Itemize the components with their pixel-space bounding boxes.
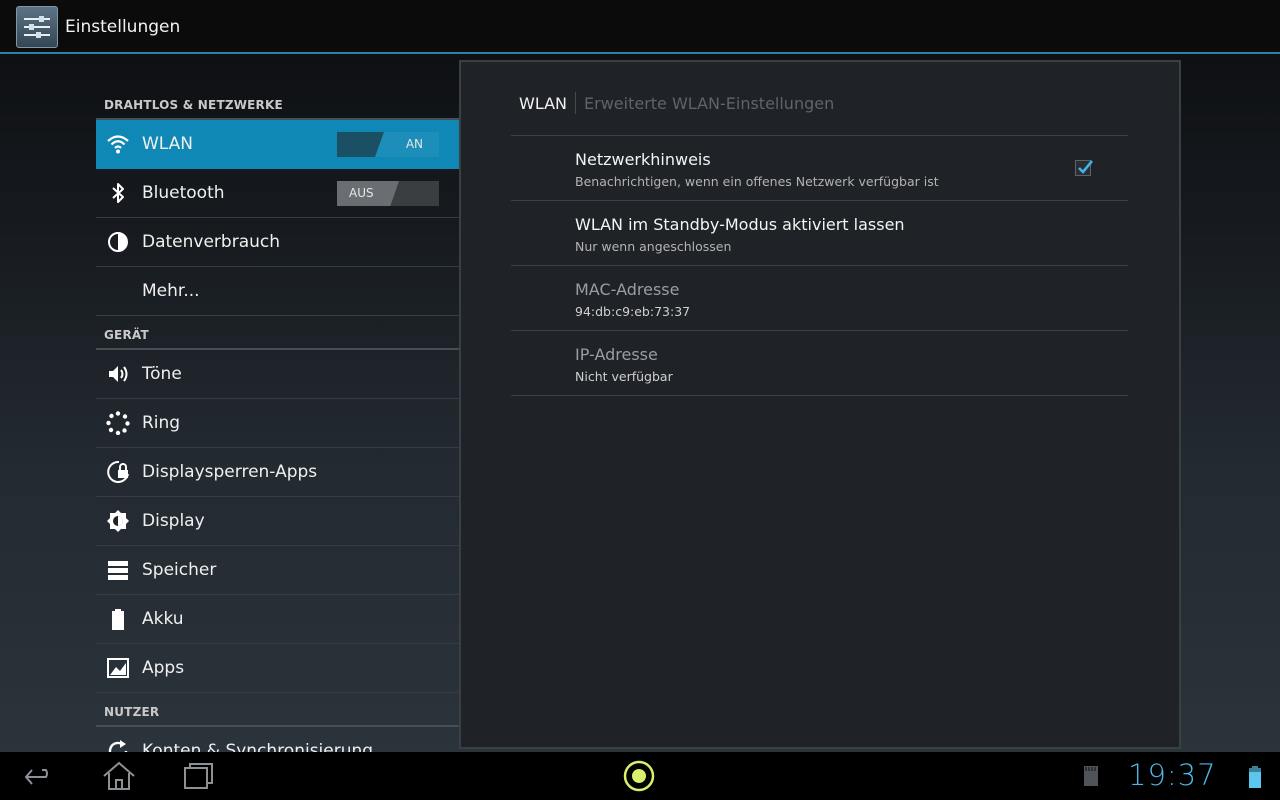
wifi-icon xyxy=(107,135,129,154)
sidebar-item-label: Konten & Synchronisierung xyxy=(142,741,374,752)
recent-apps-icon[interactable] xyxy=(181,760,217,792)
data-usage-icon xyxy=(108,232,128,252)
sidebar-item-label: Displaysperren-Apps xyxy=(142,462,318,482)
sidebar-item-lockscreen-apps[interactable]: Displaysperren-Apps xyxy=(96,448,459,497)
home-icon[interactable] xyxy=(101,760,137,792)
breadcrumb-advanced[interactable]: Erweiterte WLAN-Einstellungen xyxy=(584,94,834,113)
back-icon[interactable] xyxy=(22,760,58,792)
sidebar-item-data-usage[interactable]: Datenverbrauch xyxy=(96,218,459,267)
sidebar-item-ring[interactable]: Ring xyxy=(96,399,459,448)
sidebar-item-label: Akku xyxy=(142,609,184,629)
sidebar-item-battery[interactable]: Akku xyxy=(96,595,459,644)
display-icon xyxy=(107,510,129,532)
wlan-toggle[interactable]: AN xyxy=(337,132,439,157)
sidebar-item-accounts-sync[interactable]: Konten & Synchronisierung xyxy=(96,727,459,752)
sound-icon xyxy=(109,366,128,382)
pref-summary: Benachrichtigen, wenn ein offenes Netzwe… xyxy=(575,174,939,189)
pref-mac-address: MAC-Adresse 94:db:c9:eb:73:37 xyxy=(511,266,1128,331)
pref-title: Netzwerkhinweis xyxy=(575,150,711,169)
action-bar: Einstellungen xyxy=(0,0,1280,54)
bluetooth-icon xyxy=(112,183,124,203)
toggle-label: AUS xyxy=(349,186,374,200)
sidebar-item-bluetooth[interactable]: Bluetooth AUS xyxy=(96,169,459,218)
settings-header-list[interactable]: DRAHTLOS & NETZWERKE WLAN AN Bluetooth A… xyxy=(96,54,459,752)
system-navigation-bar: 19:37 xyxy=(0,752,1280,800)
ring-icon xyxy=(106,411,130,435)
apps-icon xyxy=(107,658,129,678)
pref-keep-wlan-on-standby[interactable]: WLAN im Standby-Modus aktiviert lassen N… xyxy=(511,201,1128,266)
sidebar-item-more[interactable]: Mehr... xyxy=(96,267,459,316)
pref-title: WLAN im Standby-Modus aktiviert lassen xyxy=(575,215,905,234)
sidebar-item-label: Speicher xyxy=(142,560,217,580)
sidebar-item-sound[interactable]: Töne xyxy=(96,350,459,399)
wlan-preference-list: Netzwerkhinweis Benachrichtigen, wenn ei… xyxy=(511,135,1128,396)
sidebar-item-label: WLAN xyxy=(142,134,194,154)
sidebar-item-label: Display xyxy=(142,511,205,531)
settings-content: DRAHTLOS & NETZWERKE WLAN AN Bluetooth A… xyxy=(0,54,1280,752)
camera-shutter-icon[interactable] xyxy=(621,760,657,792)
pref-summary: 94:db:c9:eb:73:37 xyxy=(575,304,691,319)
status-clock: 19:37 xyxy=(1128,758,1217,792)
page-title: Einstellungen xyxy=(65,17,181,37)
pref-summary: Nur wenn angeschlossen xyxy=(575,239,732,254)
sidebar-item-label: Töne xyxy=(142,364,182,384)
breadcrumb-current[interactable]: WLAN xyxy=(519,94,567,113)
sidebar-item-label: Bluetooth xyxy=(142,183,225,203)
toggle-label: AN xyxy=(405,137,423,151)
sidebar-item-label: Datenverbrauch xyxy=(142,232,281,252)
checkmark-icon xyxy=(1078,160,1093,174)
pref-title: IP-Adresse xyxy=(575,345,658,364)
sidebar-item-label: Mehr... xyxy=(142,281,200,301)
sidebar-item-label: Apps xyxy=(142,658,185,678)
pref-network-notification[interactable]: Netzwerkhinweis Benachrichtigen, wenn ei… xyxy=(511,136,1128,201)
lock-apps-icon xyxy=(107,460,129,483)
sidebar-item-apps[interactable]: Apps xyxy=(96,644,459,693)
breadcrumb: WLAN Erweiterte WLAN-Einstellungen xyxy=(519,90,834,116)
sidebar-item-display[interactable]: Display xyxy=(96,497,459,546)
sidebar-item-storage[interactable]: Speicher xyxy=(96,546,459,595)
section-header-device: GERÄT xyxy=(96,316,459,350)
sync-icon xyxy=(108,740,128,752)
section-header-wireless: DRAHTLOS & NETZWERKE xyxy=(96,54,459,120)
sidebar-item-label: Ring xyxy=(142,413,181,433)
battery-icon xyxy=(112,609,124,630)
battery-status-icon xyxy=(1249,766,1261,788)
network-notification-checkbox[interactable] xyxy=(1075,160,1093,176)
breadcrumb-divider xyxy=(575,92,577,114)
wlan-detail-pane: WLAN Erweiterte WLAN-Einstellungen Netzw… xyxy=(459,60,1181,749)
pref-summary: Nicht verfügbar xyxy=(575,369,673,384)
sd-card-icon xyxy=(1084,766,1098,786)
sidebar-item-wlan[interactable]: WLAN AN xyxy=(96,120,459,169)
bluetooth-toggle[interactable]: AUS xyxy=(337,181,439,206)
pref-ip-address: IP-Adresse Nicht verfügbar xyxy=(511,331,1128,396)
section-header-users: NUTZER xyxy=(96,693,459,727)
settings-app-icon[interactable] xyxy=(16,6,58,48)
pref-title: MAC-Adresse xyxy=(575,280,680,299)
storage-icon xyxy=(108,561,128,580)
